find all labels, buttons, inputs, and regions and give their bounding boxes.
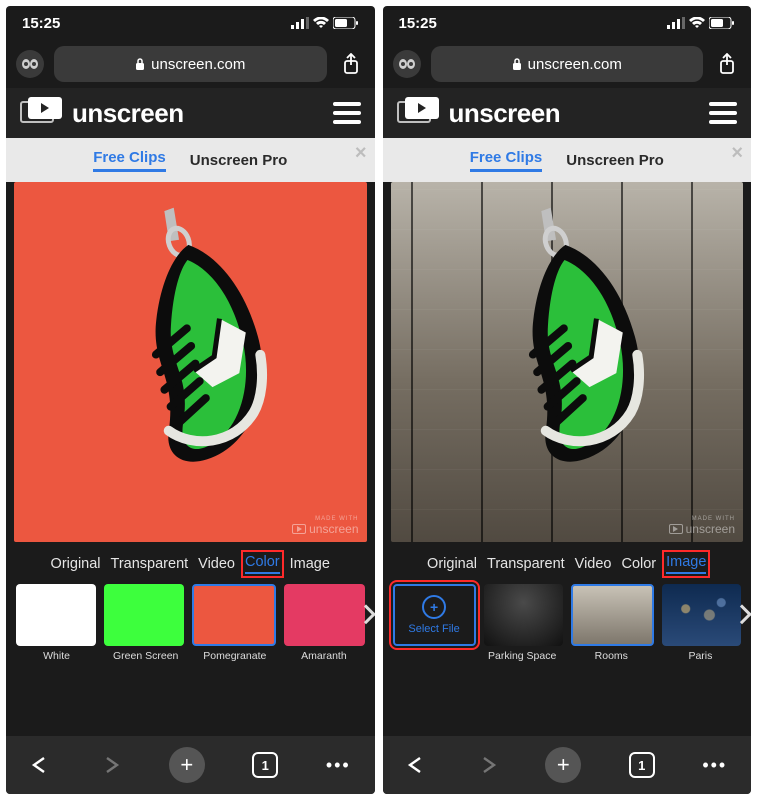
swatch-amaranth[interactable] <box>284 584 364 646</box>
wifi-icon <box>689 17 705 29</box>
close-icon[interactable]: × <box>355 142 367 165</box>
swatch-label: Pomegranate <box>194 650 275 662</box>
status-time: 15:25 <box>22 15 60 32</box>
preview-area: MADE WITH unscreen <box>391 182 744 542</box>
status-icons <box>667 17 735 29</box>
brand-icon <box>20 99 64 127</box>
status-icons <box>291 17 359 29</box>
app-header: unscreen <box>6 88 375 138</box>
app-header: unscreen <box>383 88 752 138</box>
brand-logo[interactable]: unscreen <box>397 98 561 129</box>
new-tab-button[interactable]: + <box>169 747 205 783</box>
lock-icon <box>135 58 145 70</box>
page-tabs: Free Clips Unscreen Pro × <box>6 138 375 182</box>
browser-bottom-bar: + 1 ••• <box>6 736 375 794</box>
tab-color[interactable]: Color <box>621 556 656 572</box>
select-file-button[interactable]: + Select File <box>393 584 476 646</box>
swatch-green-screen[interactable] <box>104 584 184 646</box>
brand-name: unscreen <box>72 98 184 129</box>
tab-image[interactable]: Image <box>666 554 706 574</box>
battery-icon <box>709 17 735 29</box>
thumb-parking-space[interactable] <box>484 584 563 646</box>
share-button[interactable] <box>713 53 741 75</box>
url-field[interactable]: unscreen.com <box>54 46 327 82</box>
tab-video[interactable]: Video <box>575 556 612 572</box>
tabs-button[interactable]: 1 <box>629 752 655 778</box>
thumb-label: Parking Space <box>482 650 563 662</box>
cellular-icon <box>667 17 685 29</box>
back-button[interactable] <box>406 756 428 774</box>
overflow-menu-button[interactable]: ••• <box>702 755 727 776</box>
tab-unscreen-pro[interactable]: Unscreen Pro <box>566 152 664 169</box>
tab-original[interactable]: Original <box>427 556 477 572</box>
overflow-menu-button[interactable]: ••• <box>326 755 351 776</box>
url-text: unscreen.com <box>151 56 245 73</box>
cellular-icon <box>291 17 309 29</box>
brand-icon <box>397 99 441 127</box>
menu-button[interactable] <box>333 102 361 124</box>
swatch-pomegranate[interactable] <box>192 584 276 646</box>
thumb-label: Paris <box>660 650 741 662</box>
tab-video[interactable]: Video <box>198 556 235 572</box>
wifi-icon <box>313 17 329 29</box>
foreground-subject <box>424 182 710 498</box>
url-text: unscreen.com <box>528 56 622 73</box>
watermark: MADE WITH unscreen <box>669 516 735 536</box>
share-button[interactable] <box>337 53 365 75</box>
swatch-label: White <box>16 650 97 662</box>
forward-button <box>99 756 121 774</box>
private-mode-icon[interactable] <box>393 50 421 78</box>
tab-free-clips[interactable]: Free Clips <box>93 149 166 172</box>
browser-url-bar: unscreen.com <box>6 40 375 88</box>
background-mode-tabs: Original Transparent Video Color Image <box>383 542 752 582</box>
preview-area: MADE WITH unscreen <box>14 182 367 542</box>
color-swatch-row <box>6 582 375 650</box>
swatch-white[interactable] <box>16 584 96 646</box>
thumb-rooms[interactable] <box>571 584 654 646</box>
browser-url-bar: unscreen.com <box>383 40 752 88</box>
new-tab-button[interactable]: + <box>545 747 581 783</box>
watermark: MADE WITH unscreen <box>292 516 358 536</box>
page-tabs: Free Clips Unscreen Pro × <box>383 138 752 182</box>
foreground-subject <box>47 182 333 498</box>
menu-button[interactable] <box>709 102 737 124</box>
brand-name: unscreen <box>449 98 561 129</box>
right-screenshot: 15:25 unscreen.com unscreen Free Clips U… <box>383 6 752 794</box>
forward-button <box>476 756 498 774</box>
thumb-labels: Parking Space Rooms Paris <box>383 650 752 670</box>
swatch-labels: White Green Screen Pomegranate Amaranth <box>6 650 375 670</box>
lock-icon <box>512 58 522 70</box>
tab-original[interactable]: Original <box>51 556 101 572</box>
plus-icon: + <box>422 595 446 619</box>
tab-transparent[interactable]: Transparent <box>487 556 565 572</box>
url-field[interactable]: unscreen.com <box>431 46 704 82</box>
battery-icon <box>333 17 359 29</box>
swatch-label: Green Screen <box>105 650 186 662</box>
status-bar: 15:25 <box>6 6 375 40</box>
tab-unscreen-pro[interactable]: Unscreen Pro <box>190 152 288 169</box>
close-icon[interactable]: × <box>731 142 743 165</box>
tabs-button[interactable]: 1 <box>252 752 278 778</box>
background-mode-tabs: Original Transparent Video Color Image <box>6 542 375 582</box>
thumb-paris[interactable] <box>662 584 741 646</box>
status-bar: 15:25 <box>383 6 752 40</box>
brand-logo[interactable]: unscreen <box>20 98 184 129</box>
select-file-label: Select File <box>408 623 459 635</box>
image-thumb-row: + Select File <box>383 582 752 650</box>
tab-color[interactable]: Color <box>245 554 280 574</box>
tab-free-clips[interactable]: Free Clips <box>470 149 543 172</box>
thumb-label: Rooms <box>571 650 652 662</box>
back-button[interactable] <box>30 756 52 774</box>
swatch-label: Amaranth <box>283 650 364 662</box>
browser-bottom-bar: + 1 ••• <box>383 736 752 794</box>
private-mode-icon[interactable] <box>16 50 44 78</box>
status-time: 15:25 <box>399 15 437 32</box>
tab-transparent[interactable]: Transparent <box>111 556 189 572</box>
left-screenshot: 15:25 unscreen.com unscreen Free Clips U… <box>6 6 375 794</box>
tab-image[interactable]: Image <box>290 556 330 572</box>
